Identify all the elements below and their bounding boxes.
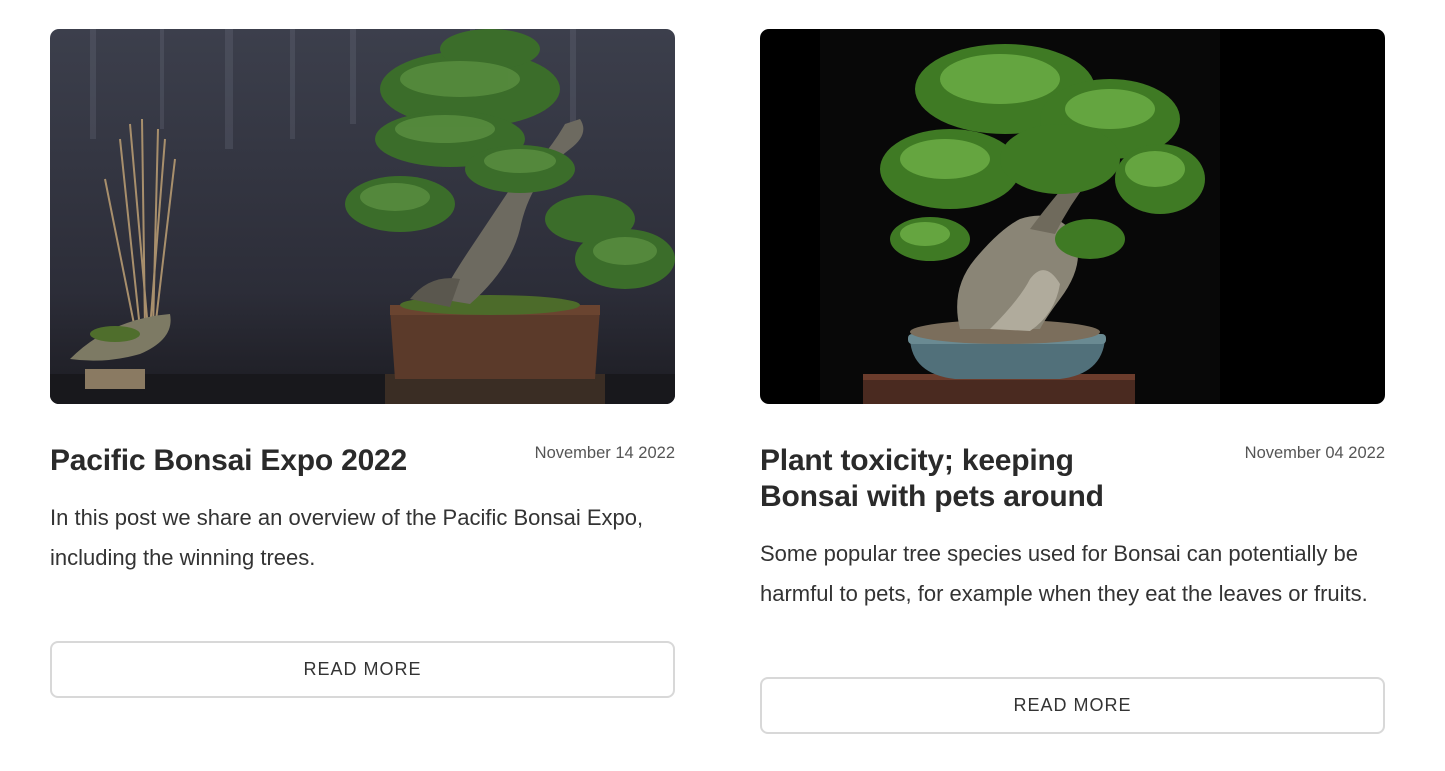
post-excerpt: Some popular tree species used for Bonsa… (760, 541, 1368, 606)
post-excerpt: In this post we share an overview of the… (50, 505, 644, 570)
post-thumbnail-deciduous-bonsai[interactable] (760, 29, 1385, 404)
read-more-button[interactable]: READ MORE (50, 641, 675, 698)
post-header: Plant toxicity; keeping Bonsai with pets… (760, 443, 1385, 515)
post-date: November 04 2022 (1244, 444, 1385, 462)
post-title[interactable]: Pacific Bonsai Expo 2022 (50, 443, 470, 479)
blog-post-card: Pacific Bonsai Expo 2022 November 14 202… (50, 29, 675, 698)
post-thumbnail-pine-bonsai[interactable] (50, 29, 675, 404)
read-more-button[interactable]: READ MORE (760, 677, 1385, 734)
blog-post-card: Plant toxicity; keeping Bonsai with pets… (760, 29, 1385, 734)
post-date: November 14 2022 (534, 444, 675, 462)
post-header: Pacific Bonsai Expo 2022 November 14 202… (50, 443, 675, 479)
post-title[interactable]: Plant toxicity; keeping Bonsai with pets… (760, 443, 1180, 515)
blog-post-grid: Pacific Bonsai Expo 2022 November 14 202… (0, 0, 1445, 771)
